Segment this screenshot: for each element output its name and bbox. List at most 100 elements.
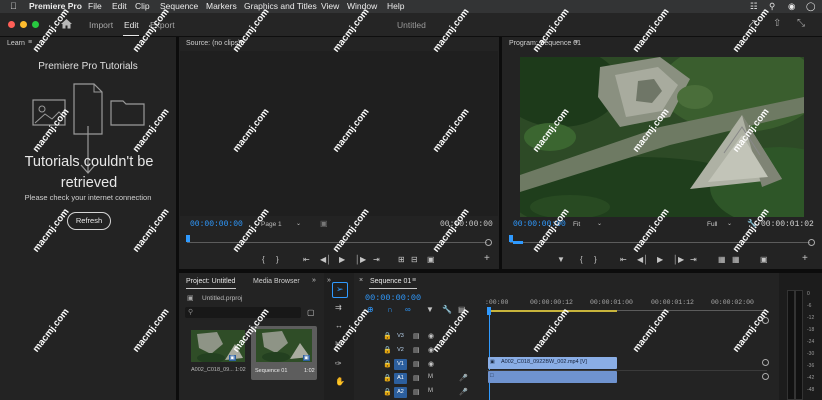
lock-icon[interactable]: 🔒 bbox=[383, 388, 392, 396]
ripple-edit-icon[interactable]: ↔ bbox=[335, 321, 343, 330]
wrench-icon[interactable]: 🔧 bbox=[442, 305, 452, 314]
sync-lock-icon[interactable]: ▤ bbox=[413, 388, 420, 396]
control-center-icon[interactable]: ☷ bbox=[750, 1, 758, 12]
panel-menu-icon[interactable]: ≡ bbox=[574, 39, 578, 46]
scroll-handle[interactable] bbox=[762, 373, 769, 380]
search-icon[interactable]: ⚲ bbox=[769, 1, 775, 12]
track-label-a2[interactable]: A2 bbox=[394, 387, 407, 398]
add-marker-icon[interactable]: ▼ bbox=[557, 255, 565, 264]
menu-view[interactable]: View bbox=[321, 1, 339, 11]
video-clip[interactable]: ▣ A002_C018_0922BW_002.mp4 [V] bbox=[488, 357, 617, 369]
hand-icon[interactable]: ✋ bbox=[335, 377, 345, 386]
add-marker-icon[interactable]: ▼ bbox=[426, 305, 434, 314]
go-to-in-icon[interactable]: ⇤ bbox=[620, 255, 627, 264]
microphone-icon[interactable]: 🎤 bbox=[459, 388, 468, 396]
go-to-in-icon[interactable]: ⇤ bbox=[303, 255, 310, 264]
eye-icon[interactable]: ◉ bbox=[428, 332, 434, 340]
chevron-down-icon[interactable]: ⌄ bbox=[296, 220, 301, 227]
selection-tool[interactable]: ➢ bbox=[332, 282, 348, 298]
program-scrubber-bar[interactable] bbox=[510, 242, 810, 243]
track-select-forward-icon[interactable]: ⇉ bbox=[335, 303, 342, 312]
menu-markers[interactable]: Markers bbox=[206, 1, 237, 11]
mark-in-icon[interactable]: { bbox=[262, 255, 265, 264]
menu-graphics-titles[interactable]: Graphics and Titles bbox=[244, 1, 317, 11]
close-window-button[interactable] bbox=[8, 21, 15, 28]
chevron-down-icon[interactable]: ⌄ bbox=[727, 220, 732, 227]
app-menu[interactable]: Premiere Pro bbox=[29, 1, 82, 11]
sync-lock-icon[interactable]: ▤ bbox=[413, 374, 420, 382]
mute-icon[interactable]: M bbox=[428, 388, 433, 394]
mute-icon[interactable]: M bbox=[428, 374, 433, 380]
mark-out-icon[interactable]: } bbox=[276, 255, 279, 264]
track-label-v2[interactable]: V2 bbox=[394, 345, 407, 356]
lock-icon[interactable]: 🔒 bbox=[383, 346, 392, 354]
source-playhead[interactable] bbox=[186, 235, 190, 242]
zoom-handle[interactable] bbox=[485, 239, 492, 246]
audio-clip[interactable]: □ bbox=[488, 371, 617, 383]
search-input[interactable]: ⚲ bbox=[185, 307, 301, 318]
sync-lock-icon[interactable]: ▤ bbox=[413, 346, 420, 354]
pen-icon[interactable]: ✑ bbox=[335, 359, 342, 368]
step-forward-icon[interactable]: │▶ bbox=[355, 255, 366, 264]
add-button-icon[interactable]: + bbox=[802, 253, 808, 264]
lock-icon[interactable]: 🔒 bbox=[383, 360, 392, 368]
work-area-bar[interactable] bbox=[489, 310, 617, 312]
program-video-frame[interactable] bbox=[520, 57, 804, 217]
extract-icon[interactable]: ▦ bbox=[732, 255, 740, 264]
fullscreen-icon[interactable]: ⤡ bbox=[797, 18, 805, 29]
safe-margins-icon[interactable]: ▣ bbox=[320, 219, 328, 228]
step-back-icon[interactable]: ◀│ bbox=[320, 255, 331, 264]
camera-icon[interactable]: ▣ bbox=[427, 255, 435, 264]
new-bin-icon[interactable]: ▢ bbox=[307, 308, 315, 317]
overwrite-icon[interactable]: ⊟ bbox=[411, 255, 418, 264]
mark-in-icon[interactable]: { bbox=[580, 255, 583, 264]
tab-media-browser[interactable]: Media Browser bbox=[253, 278, 300, 285]
play-icon[interactable]: ▶ bbox=[339, 255, 345, 264]
apple-icon[interactable]:  bbox=[10, 1, 17, 11]
add-button-icon[interactable]: + bbox=[484, 253, 490, 264]
siri-icon[interactable]: ◉ bbox=[788, 1, 795, 12]
tab-project[interactable]: Project: Untitled bbox=[186, 278, 235, 285]
tab-import[interactable]: Import bbox=[89, 20, 113, 30]
go-to-out-icon[interactable]: ⇥ bbox=[690, 255, 697, 264]
eye-icon[interactable]: ◉ bbox=[428, 360, 434, 368]
more-panels-icon[interactable]: » bbox=[327, 277, 331, 284]
resolution-dropdown[interactable]: Full bbox=[707, 221, 717, 228]
fit-dropdown[interactable]: Fit bbox=[573, 221, 580, 228]
track-label-v3[interactable]: V3 bbox=[394, 331, 407, 342]
linked-selection-icon[interactable]: ∞ bbox=[405, 305, 411, 314]
play-icon[interactable]: ▶ bbox=[657, 255, 663, 264]
step-back-icon[interactable]: ◀│ bbox=[637, 255, 648, 264]
panel-menu-icon[interactable]: ≡ bbox=[412, 277, 416, 284]
share-icon[interactable]: ⇧ bbox=[773, 18, 781, 29]
menu-edit[interactable]: Edit bbox=[112, 1, 127, 11]
menu-clip[interactable]: Clip bbox=[135, 1, 150, 11]
project-item-sequence[interactable]: ▣ Sequence 01 1:02 bbox=[251, 326, 317, 380]
step-forward-icon[interactable]: │▶ bbox=[673, 255, 684, 264]
tab-edit[interactable]: Edit bbox=[124, 20, 139, 30]
user-icon[interactable]: ◯ bbox=[806, 1, 816, 12]
mark-out-icon[interactable]: } bbox=[594, 255, 597, 264]
tab-sequence[interactable]: Sequence 01 bbox=[370, 278, 411, 285]
close-tab-icon[interactable]: × bbox=[359, 277, 363, 284]
timeline-timecode[interactable]: 00:00:00:00 bbox=[365, 293, 421, 303]
chevron-down-icon[interactable]: ⌄ bbox=[597, 220, 602, 227]
track-label-v1[interactable]: V1 bbox=[394, 359, 407, 370]
lift-icon[interactable]: ▦ bbox=[718, 255, 726, 264]
snap-icon[interactable]: ∩ bbox=[387, 305, 393, 314]
insert-icon[interactable]: ⊞ bbox=[398, 255, 405, 264]
zoom-handle[interactable] bbox=[808, 239, 815, 246]
camera-icon[interactable]: ▣ bbox=[760, 255, 768, 264]
scroll-handle[interactable] bbox=[762, 359, 769, 366]
microphone-icon[interactable]: 🎤 bbox=[459, 374, 468, 382]
refresh-button[interactable]: Refresh bbox=[67, 212, 111, 230]
sync-lock-icon[interactable]: ▤ bbox=[413, 332, 420, 340]
sync-lock-icon[interactable]: ▤ bbox=[413, 360, 420, 368]
zoom-window-button[interactable] bbox=[32, 21, 39, 28]
minimize-window-button[interactable] bbox=[20, 21, 27, 28]
track-label-a1[interactable]: A1 bbox=[394, 373, 407, 384]
more-panels-icon[interactable]: » bbox=[312, 277, 316, 284]
lock-icon[interactable]: 🔒 bbox=[383, 374, 392, 382]
source-playhead-timecode[interactable]: 00:00:00:00 bbox=[190, 220, 243, 229]
go-to-out-icon[interactable]: ⇥ bbox=[373, 255, 380, 264]
